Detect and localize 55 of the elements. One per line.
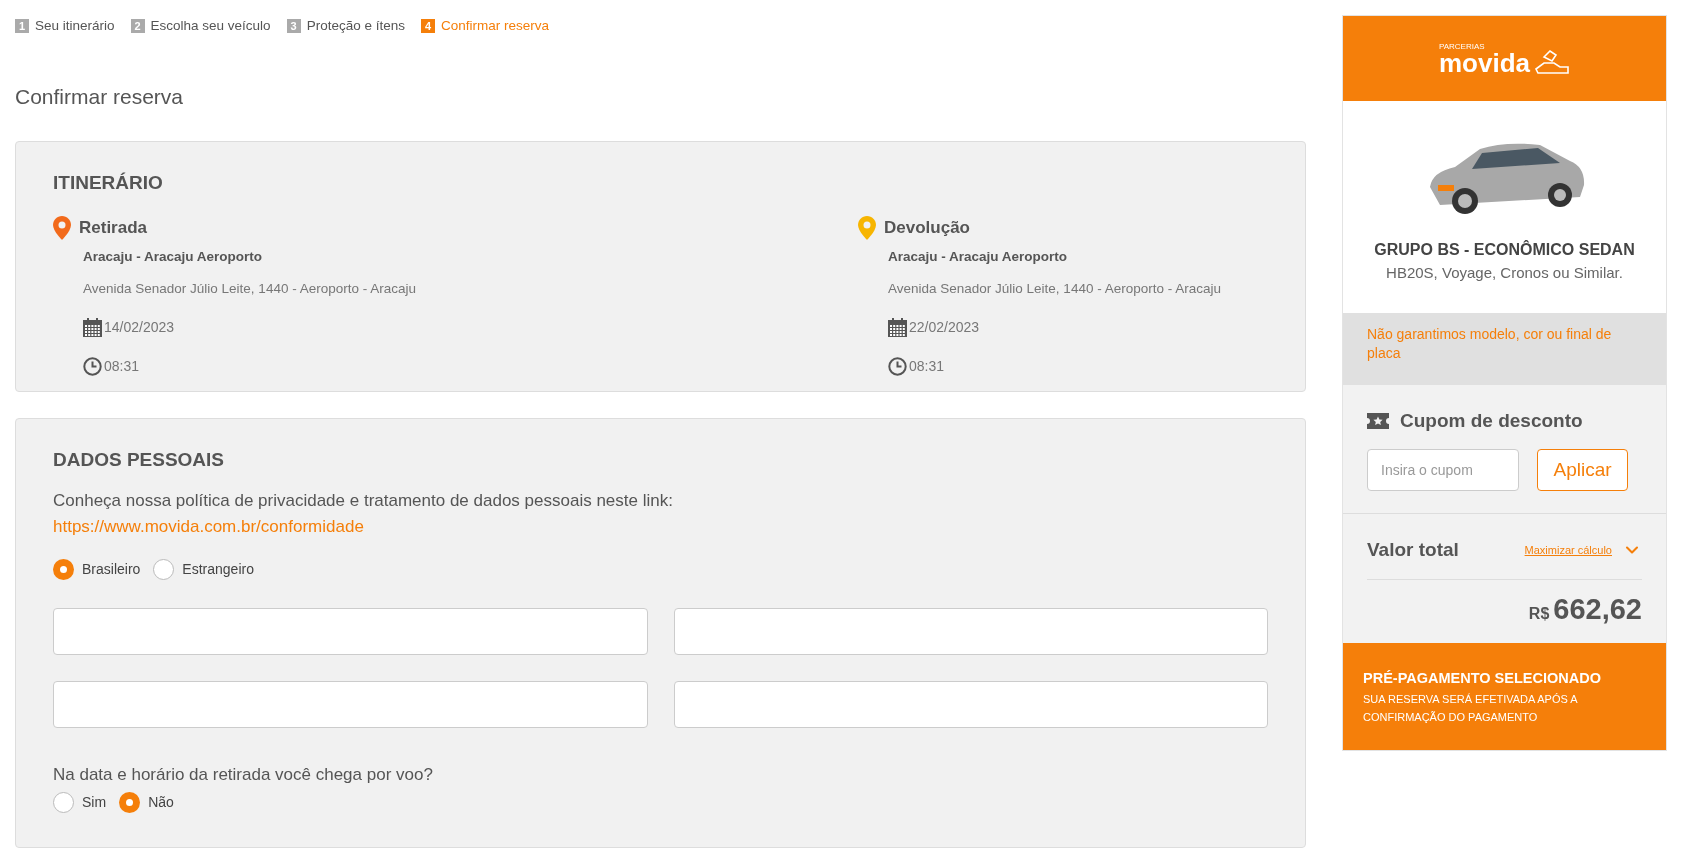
clock-icon (83, 357, 102, 377)
input-field[interactable] (53, 681, 648, 729)
apply-button[interactable]: Aplicar (1537, 449, 1628, 491)
flight-question: Na data e horário da retirada você chega por voo? (53, 764, 434, 787)
currency-text: R$ (1528, 603, 1550, 624)
time-text: 08:31 (909, 357, 945, 377)
total-amount: 662,62 (1553, 591, 1642, 627)
clock-icon (888, 357, 907, 377)
calendar-icon (888, 318, 907, 338)
section-title: ITINERÁRIO (53, 170, 164, 195)
vehicle-models: HB20S, Voyage, Cronos ou Similar. (1386, 263, 1623, 283)
step-link[interactable]: Proteção e ítens (306, 15, 405, 37)
coupon-title: Cupom de desconto (1400, 408, 1583, 433)
privacy-link[interactable]: https://www.movida.com.br/conformidade (53, 513, 364, 540)
step-link[interactable]: Escolha seu veículo (150, 15, 271, 37)
radio-label: Não (148, 792, 174, 812)
step-number: 3 (286, 18, 301, 33)
maximize-link[interactable]: Maximizar cálculo (1524, 542, 1612, 559)
radio-button[interactable] (119, 791, 141, 813)
payment-text: SUA RESERVA SERÁ EFETIVADA APÓS A CONFIRMAÇÃO DO PAGAMENTO (1363, 691, 1579, 725)
ticket-star-icon (1367, 412, 1389, 429)
location-address: Avenida Senador Júlio Leite, 1440 - Aeroporto - Aracaju (888, 280, 1222, 299)
date-text: 14/02/2023 (104, 318, 175, 338)
step-number: 4 (420, 18, 435, 33)
logo-text: movida (1439, 50, 1530, 75)
radio-label: Estrangeiro (182, 560, 254, 580)
coupon-input[interactable]: Insira o cupom (1367, 449, 1519, 491)
location-address: Avenida Senador Júlio Leite, 1440 - Aeroporto - Aracaju (83, 280, 417, 299)
radio-label: Brasileiro (82, 560, 141, 580)
calendar-icon (83, 318, 102, 338)
input-field[interactable] (53, 608, 648, 656)
payment-title: PRÉ-PAGAMENTO SELECIONADO (1363, 669, 1602, 688)
time-text: 08:31 (104, 357, 140, 377)
privacy-text: Conheça nossa política de privacidade e tratamento de dados pessoais neste link: (53, 490, 674, 513)
radio-button[interactable] (153, 559, 175, 581)
input-field[interactable] (673, 608, 1268, 656)
step-number: 2 (130, 18, 145, 33)
step-link[interactable]: Confirmar reserva (440, 15, 549, 37)
stop-label: Retirada (79, 217, 148, 240)
section-title: DADOS PESSOAIS (53, 447, 226, 472)
step-number: 1 (15, 18, 29, 33)
logo-small-text: PARCERIAS (1439, 42, 1486, 51)
location-name: Aracaju - Aracaju Aeroporto (888, 247, 1069, 266)
page-title: Confirmar reserva (15, 83, 185, 110)
total-label: Valor total (1367, 538, 1459, 562)
radio-button[interactable] (53, 791, 74, 813)
radio-label: Sim (82, 792, 107, 812)
notice-text: Não garantimos modelo, cor ou final de placa (1367, 324, 1613, 363)
date-text: 22/02/2023 (909, 318, 980, 338)
step-link[interactable]: Seu itinerário (35, 15, 115, 37)
stop-label: Devolução (884, 217, 970, 240)
radio-button[interactable] (53, 559, 74, 581)
location-name: Aracaju - Aracaju Aeroporto (83, 247, 264, 266)
input-field[interactable] (673, 681, 1268, 729)
vehicle-group: GRUPO BS - ECONÔMICO SEDAN (1374, 238, 1635, 262)
